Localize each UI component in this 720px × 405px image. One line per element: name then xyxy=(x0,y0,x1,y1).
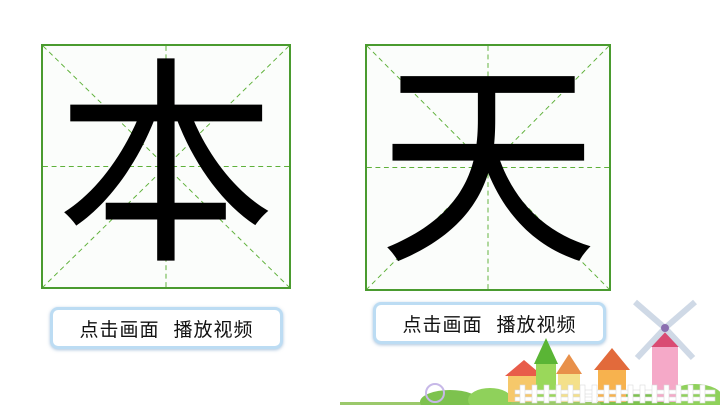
chinese-character: 天 xyxy=(377,39,598,296)
chinese-character: 本 xyxy=(55,38,276,295)
character-grid-ben[interactable]: 本 xyxy=(41,44,291,289)
play-video-button[interactable]: 点击画面 播放视频 xyxy=(50,307,283,349)
village-scenery-decoration xyxy=(340,299,720,405)
character-grid-tian[interactable]: 天 xyxy=(365,44,611,291)
